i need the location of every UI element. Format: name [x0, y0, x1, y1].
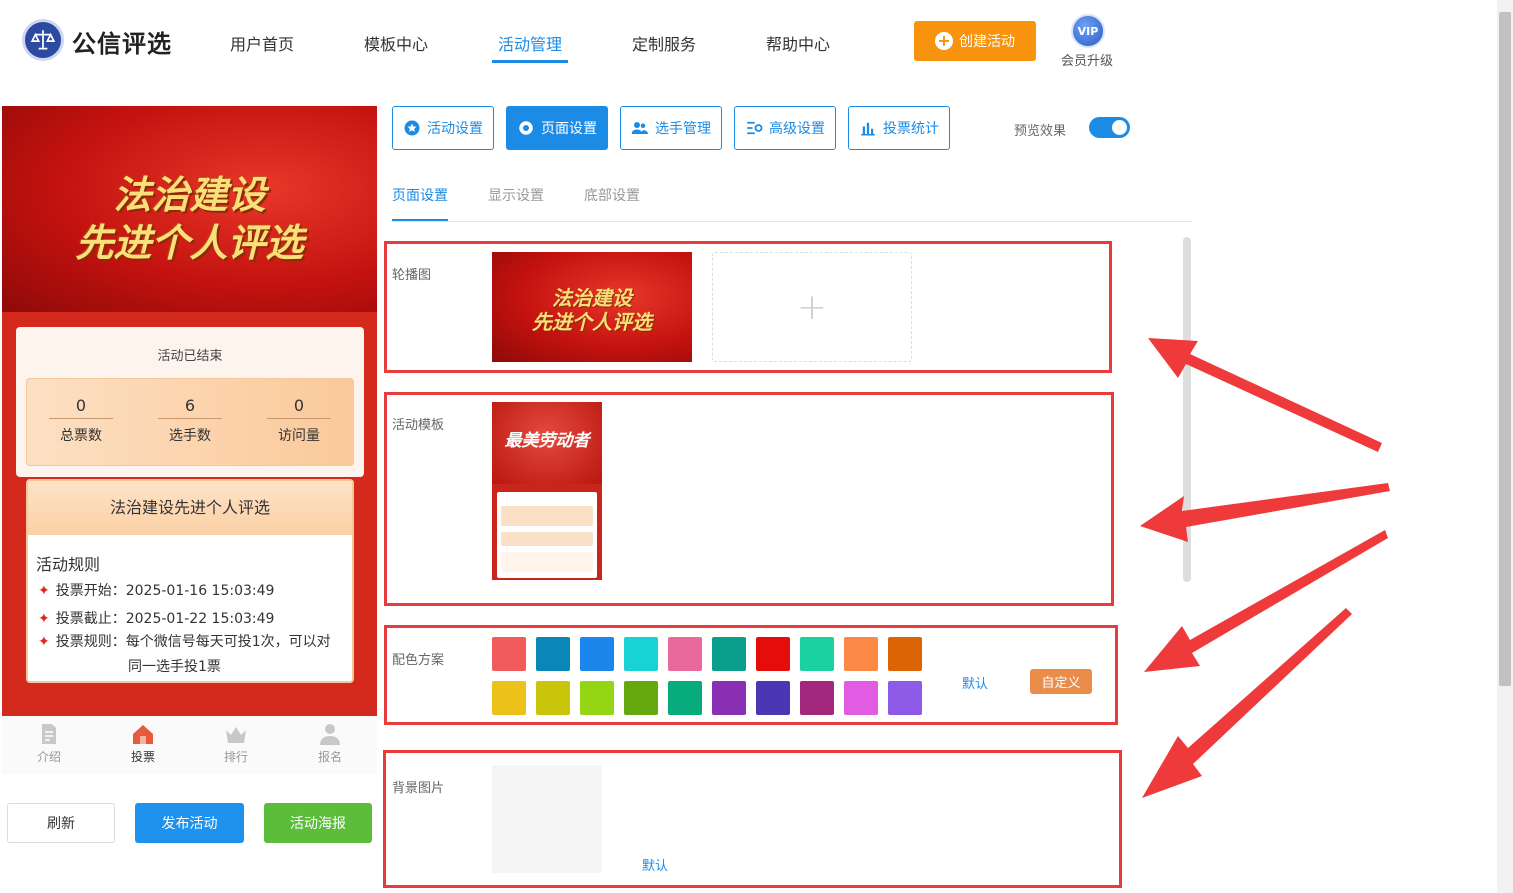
status-card: 活动已结束 0 总票数 6 选手数 0 访问量 [16, 327, 364, 477]
stats-box: 0 总票数 6 选手数 0 访问量 [26, 378, 354, 466]
page-scrollbar-thumb[interactable] [1499, 12, 1511, 686]
color-swatch[interactable] [668, 637, 702, 671]
banner-title-line2: 先进个人评选 [75, 221, 304, 265]
user-icon [320, 724, 340, 745]
nav-templates[interactable]: 模板中心 [364, 31, 428, 55]
background-default-link[interactable]: 默认 [642, 855, 668, 874]
nav-active-indicator [492, 60, 568, 63]
color-swatch[interactable] [668, 681, 702, 715]
subtab-footer-settings[interactable]: 底部设置 [584, 185, 640, 205]
color-swatch[interactable] [800, 681, 834, 715]
star-icon: ✦ [38, 583, 50, 599]
activity-poster-button[interactable]: 活动海报 [264, 803, 372, 843]
rule-voting-continued: 同一选手投1票 [128, 659, 221, 675]
star-circle-icon [404, 120, 420, 136]
activity-status: 活动已结束 [157, 349, 223, 364]
preview-toggle-switch[interactable] [1089, 117, 1130, 138]
preview-tabbar: 介绍 投票 排行 报名 [2, 716, 377, 774]
rule-voting: ✦ 投票规则：每个微信号每天可投1次，可以对 [38, 634, 331, 650]
stat-visits: 0 访问量 [249, 379, 349, 445]
tab-vote-statistics[interactable]: 投票统计 [848, 106, 950, 150]
annotation-arrows [1140, 338, 1390, 798]
vip-badge-icon[interactable]: VIP [1071, 14, 1105, 48]
document-icon [42, 724, 56, 744]
color-swatch[interactable] [624, 681, 658, 715]
mobile-preview: 法治建设 先进个人评选 活动已结束 0 总票数 6 选手数 0 访问量 法治建设… [2, 106, 377, 716]
arrow-to-carousel-icon [1148, 338, 1382, 452]
rule-start: ✦ 投票开始：2025-01-16 15:03:49 [38, 583, 275, 599]
color-swatch[interactable] [624, 637, 658, 671]
background-image-thumbnail[interactable] [492, 765, 602, 873]
gear-icon [519, 121, 533, 135]
arrow-to-template-icon [1140, 483, 1390, 542]
color-swatch[interactable] [492, 681, 526, 715]
color-default-link[interactable]: 默认 [962, 673, 988, 692]
color-swatch[interactable] [492, 637, 526, 671]
tab-advanced-settings[interactable]: 高级设置 [734, 106, 836, 150]
stat-total-votes: 0 总票数 [31, 379, 131, 445]
preview-tab-vote[interactable]: 投票 [113, 722, 173, 765]
tab-contestant-management[interactable]: 选手管理 [620, 106, 722, 150]
subtab-page-settings[interactable]: 页面设置 [392, 185, 448, 205]
color-swatch[interactable] [844, 637, 878, 671]
color-swatch[interactable] [800, 637, 834, 671]
template-thumbnail[interactable]: 最美劳动者 [492, 402, 602, 596]
plus-circle-icon: + [935, 32, 953, 50]
color-custom-button[interactable]: 自定义 [1030, 669, 1092, 694]
star-icon: ✦ [38, 634, 50, 650]
preview-banner: 法治建设 先进个人评选 [2, 106, 377, 312]
color-swatch[interactable] [580, 637, 614, 671]
color-swatch[interactable] [536, 681, 570, 715]
tab-activity-settings[interactable]: 活动设置 [392, 106, 494, 150]
template-label: 活动模板 [392, 418, 445, 433]
preview-tab-signup[interactable]: 报名 [300, 722, 360, 765]
nav-home[interactable]: 用户首页 [230, 31, 294, 55]
activity-title: 法治建设先进个人评选 [28, 481, 352, 535]
vip-upgrade-link[interactable]: 会员升级 [1061, 50, 1113, 69]
color-swatch[interactable] [888, 637, 922, 671]
background-label: 背景图片 [392, 781, 445, 796]
brand-logo-icon[interactable] [22, 19, 64, 61]
preview-toggle-label: 预览效果 [1014, 124, 1067, 139]
users-icon [631, 122, 649, 134]
color-scheme-label: 配色方案 [392, 653, 445, 668]
subtab-display-settings[interactable]: 显示设置 [488, 185, 544, 205]
star-icon: ✦ [38, 611, 50, 627]
color-swatch[interactable] [888, 681, 922, 715]
tab-page-settings[interactable]: 页面设置 [506, 106, 608, 150]
refresh-button[interactable]: 刷新 [7, 803, 115, 843]
color-swatch[interactable] [756, 637, 790, 671]
activity-info-card: 法治建设先进个人评选 活动规则 ✦ 投票开始：2025-01-16 15:03:4… [26, 479, 354, 683]
plus-icon: + [796, 286, 828, 328]
color-swatch[interactable] [712, 681, 746, 715]
color-swatch[interactable] [844, 681, 878, 715]
color-swatch[interactable] [536, 637, 570, 671]
subtab-divider [392, 221, 1192, 222]
stat-contestants: 6 选手数 [140, 379, 240, 445]
rule-end: ✦ 投票截止：2025-01-22 15:03:49 [38, 611, 275, 627]
rules-title: 活动规则 [36, 555, 101, 574]
crown-icon [226, 727, 246, 743]
nav-custom-service[interactable]: 定制服务 [632, 31, 696, 55]
publish-activity-button[interactable]: 发布活动 [135, 803, 244, 843]
carousel-image[interactable]: 法治建设 先进个人评选 [492, 252, 692, 362]
nav-help-center[interactable]: 帮助中心 [766, 31, 830, 55]
brand-name[interactable]: 公信评选 [72, 24, 172, 59]
template-thumb-title: 最美劳动者 [504, 431, 590, 451]
upload-image-button[interactable]: + [712, 252, 912, 362]
preview-tab-intro[interactable]: 介绍 [19, 722, 79, 765]
bar-chart-icon [861, 122, 875, 136]
home-icon [133, 725, 153, 744]
banner-title-line1: 法治建设 [113, 173, 266, 217]
color-swatch[interactable] [756, 681, 790, 715]
create-activity-button[interactable]: + 创建活动 [914, 21, 1036, 61]
color-swatch[interactable] [712, 637, 746, 671]
settings-sliders-icon [747, 121, 763, 135]
arrow-to-colors-icon [1144, 530, 1388, 672]
preview-tab-ranking[interactable]: 排行 [206, 722, 266, 765]
color-swatch[interactable] [580, 681, 614, 715]
carousel-label: 轮播图 [392, 268, 432, 283]
create-activity-label: 创建活动 [959, 34, 1015, 50]
nav-activity-management[interactable]: 活动管理 [498, 31, 562, 55]
